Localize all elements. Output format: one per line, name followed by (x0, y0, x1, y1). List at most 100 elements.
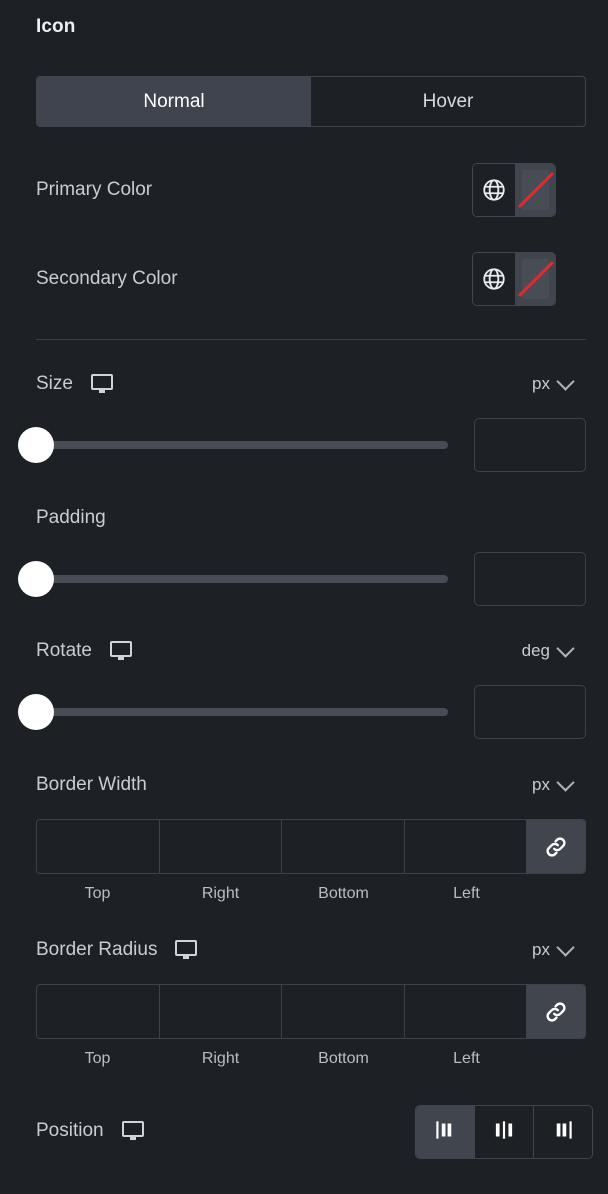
position-label-group: Position (36, 1120, 144, 1142)
border-width-top-input[interactable] (37, 820, 160, 873)
border-radius-left-label: Left (453, 1050, 480, 1067)
border-width-link-toggle[interactable] (527, 820, 585, 873)
globe-icon[interactable] (473, 253, 516, 305)
padding-label: Padding (36, 507, 106, 528)
border-radius-label: Border Radius (36, 939, 158, 960)
padding-row: Padding (36, 505, 586, 531)
rotate-slider[interactable] (18, 694, 448, 730)
desktop-monitor-icon[interactable] (109, 641, 132, 661)
border-width-label-group: Border Width (36, 774, 147, 796)
chevron-down-icon (556, 937, 575, 957)
primary-color-swatch[interactable] (516, 164, 555, 216)
border-width-row: Border Width px (36, 772, 586, 798)
rotate-unit-select[interactable]: deg (521, 638, 575, 661)
position-align-center-button[interactable] (475, 1106, 534, 1158)
size-unit-group: px (532, 371, 586, 394)
rotate-slider-track[interactable] (18, 708, 448, 716)
rotate-slider-row (18, 685, 586, 739)
desktop-monitor-icon[interactable] (90, 374, 113, 394)
size-slider[interactable] (18, 427, 448, 463)
border-radius-link-toggle[interactable] (527, 985, 585, 1038)
padding-input[interactable] (474, 552, 586, 606)
primary-color-label: Primary Color (36, 179, 153, 200)
border-radius-left-input[interactable] (404, 985, 527, 1038)
state-tab-group: Normal Hover (36, 76, 586, 127)
border-radius-right-label: Right (201, 1050, 240, 1067)
monitor-screen (175, 940, 198, 956)
border-width-bottom-input[interactable] (282, 820, 405, 873)
page-title: Icon (36, 16, 76, 37)
padding-slider-track[interactable] (18, 575, 448, 583)
size-slider-handle[interactable] (18, 427, 54, 463)
chevron-down-icon (556, 638, 575, 658)
globe-icon[interactable] (473, 164, 516, 216)
tab-hover[interactable]: Hover (311, 77, 585, 126)
monitor-stand (183, 956, 190, 959)
desktop-monitor-icon[interactable] (175, 940, 198, 960)
section-divider (36, 339, 586, 340)
size-slider-track[interactable] (18, 441, 448, 449)
monitor-screen (90, 374, 113, 390)
rotate-slider-handle[interactable] (18, 694, 54, 730)
monitor-stand (98, 390, 105, 393)
border-radius-right-input[interactable] (159, 985, 282, 1038)
align-center-icon (491, 1117, 517, 1148)
padding-slider-handle[interactable] (18, 561, 54, 597)
size-label: Size (36, 373, 73, 394)
border-width-fields (36, 819, 586, 874)
rotate-label: Rotate (36, 640, 92, 661)
border-width-unit-group: px (532, 772, 586, 795)
secondary-color-label: Secondary Color (36, 268, 178, 289)
desktop-monitor-icon[interactable] (121, 1121, 144, 1141)
border-radius-label-spacer (528, 1050, 586, 1068)
size-input[interactable] (474, 418, 586, 472)
tab-normal[interactable]: Normal (37, 77, 311, 126)
monitor-screen (121, 1121, 144, 1137)
size-unit-select[interactable]: px (532, 371, 575, 394)
size-unit-label: px (532, 374, 550, 393)
primary-color-label-group: Primary Color (36, 179, 152, 201)
align-end-icon (550, 1117, 576, 1148)
tab-hover-label: Hover (422, 90, 474, 112)
icon-style-panel: Icon Normal Hover Primary Color Secondar… (0, 0, 608, 1194)
border-width-right-input[interactable] (159, 820, 282, 873)
monitor-screen (109, 641, 132, 657)
border-width-field-labels: Top Right Bottom Left (36, 885, 586, 903)
border-radius-unit-label: px (532, 940, 550, 959)
tab-normal-label: Normal (143, 90, 205, 112)
align-start-icon (432, 1117, 458, 1148)
padding-slider[interactable] (18, 561, 448, 597)
rotate-label-group: Rotate (36, 640, 132, 662)
border-width-left-input[interactable] (404, 820, 527, 873)
monitor-stand (129, 1137, 136, 1140)
padding-slider-row (18, 552, 586, 606)
position-label: Position (36, 1120, 104, 1141)
rotate-row: Rotate deg (36, 638, 586, 664)
border-radius-bottom-label: Bottom (318, 1050, 369, 1067)
monitor-stand (117, 657, 124, 660)
chevron-down-icon (556, 371, 575, 391)
border-radius-row: Border Radius px (36, 937, 586, 963)
padding-label-group: Padding (36, 507, 106, 529)
border-radius-top-input[interactable] (37, 985, 160, 1038)
secondary-color-swatch[interactable] (516, 253, 555, 305)
border-radius-bottom-input[interactable] (282, 985, 405, 1038)
size-label-group: Size (36, 373, 113, 395)
secondary-color-label-group: Secondary Color (36, 268, 178, 290)
size-row: Size px (36, 371, 586, 397)
border-width-unit-label: px (532, 775, 550, 794)
secondary-color-control (472, 252, 556, 306)
border-width-top-label: Top (84, 885, 111, 902)
rotate-unit-label: deg (521, 641, 550, 660)
border-width-bottom-label: Bottom (318, 885, 369, 902)
rotate-input[interactable] (474, 685, 586, 739)
border-width-unit-select[interactable]: px (532, 772, 575, 795)
chevron-down-icon (556, 772, 575, 792)
size-slider-row (18, 418, 586, 472)
position-align-end-button[interactable] (534, 1106, 592, 1158)
position-button-group (415, 1105, 593, 1159)
position-align-start-button[interactable] (416, 1106, 475, 1158)
border-radius-fields (36, 984, 586, 1039)
border-width-label-spacer (528, 885, 586, 903)
border-radius-unit-select[interactable]: px (532, 937, 575, 960)
